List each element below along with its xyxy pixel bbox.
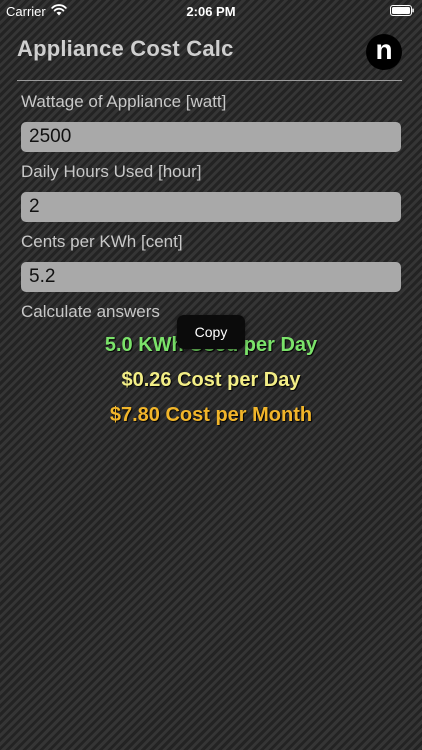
- app-title: Appliance Cost Calc: [17, 36, 234, 61]
- cost-per-month-result[interactable]: $7.80 Cost per Month: [0, 404, 422, 427]
- wattage-input[interactable]: [21, 122, 401, 152]
- status-time: 2:06 PM: [186, 4, 236, 19]
- copy-menu-button[interactable]: Copy: [177, 315, 245, 349]
- hours-label: Daily Hours Used [hour]: [21, 162, 202, 181]
- app-logo-button[interactable]: n: [366, 34, 402, 70]
- calculate-answers-label: Calculate answers: [21, 302, 160, 321]
- cost-per-day-result[interactable]: $0.26 Cost per Day: [0, 369, 422, 392]
- cents-input[interactable]: [21, 262, 401, 292]
- wattage-label: Wattage of Appliance [watt]: [21, 92, 227, 111]
- status-bar: Carrier 2:06 PM: [0, 0, 422, 22]
- header-divider: [17, 80, 402, 81]
- hours-input[interactable]: [21, 192, 401, 222]
- battery-icon: [390, 5, 414, 16]
- cents-label: Cents per KWh [cent]: [21, 232, 183, 251]
